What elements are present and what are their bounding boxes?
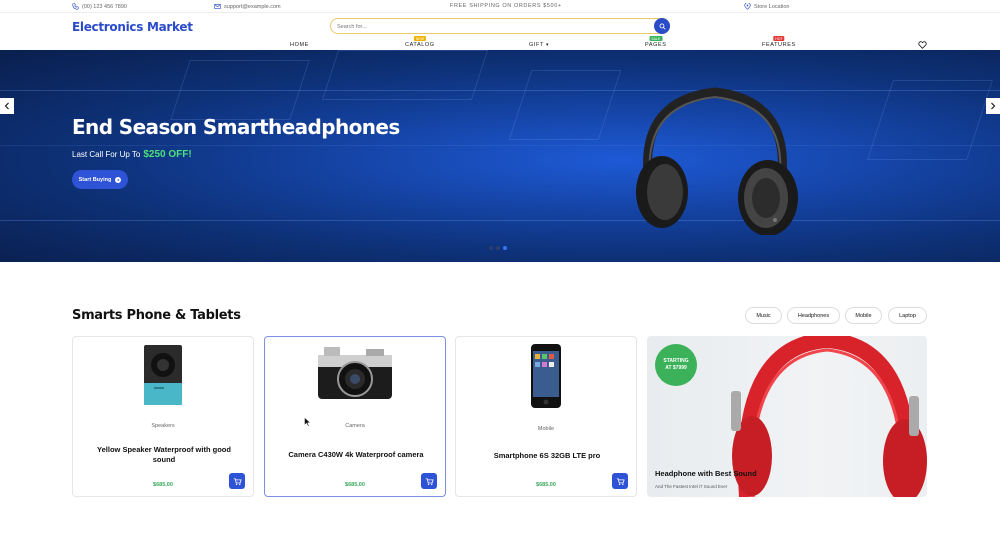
- carousel-dots: [489, 246, 507, 250]
- promo-banner[interactable]: STARTING AT $7999 Headphone with Best So…: [647, 336, 927, 497]
- smartphone-image: [531, 344, 561, 408]
- shipping-notice: FREE SHIPPING ON ORDERS $500+: [450, 3, 562, 9]
- store-location-label: Store Location: [754, 3, 790, 10]
- nav-item-label: PAGES: [645, 42, 667, 48]
- nav-item-features[interactable]: HOT FEATURES: [762, 36, 796, 48]
- search-icon: [659, 23, 665, 29]
- add-to-cart-button[interactable]: [421, 473, 437, 489]
- hero-decor-panel: [170, 60, 310, 120]
- camera-image: [318, 347, 392, 399]
- nav-item-label: FEATURES: [762, 42, 796, 48]
- hero-subtitle: Last Call For Up To $250 OFF!: [72, 149, 192, 160]
- starting-price-badge: STARTING AT $7999: [655, 344, 697, 386]
- top-utility-bar: (00) 123 456 7890 support@example.com FR…: [0, 0, 1000, 13]
- filter-mobile[interactable]: Mobile: [845, 307, 882, 324]
- cart-icon: [616, 477, 625, 485]
- badge-line-2: AT $7999: [665, 365, 687, 371]
- search-input[interactable]: [337, 21, 647, 32]
- filter-music[interactable]: Music: [745, 307, 782, 324]
- wishlist-heart-icon[interactable]: [918, 41, 927, 49]
- product-category: Mobile: [537, 426, 555, 432]
- hero-decor-panel: [508, 70, 622, 140]
- hot-badge: HOT: [773, 36, 785, 41]
- hero-decor-line: [0, 220, 1000, 221]
- product-card[interactable]: Speakers Yellow Speaker Waterproof with …: [72, 336, 254, 497]
- product-card[interactable]: Mobile Smartphone 6S 32GB LTE pro $685.0…: [455, 336, 637, 497]
- location-pin-icon: [744, 3, 751, 10]
- chevron-down-icon: ▾: [545, 42, 550, 48]
- carousel-dot-active[interactable]: [503, 246, 507, 250]
- sale-badge: SALE: [649, 36, 663, 41]
- nav-item-label: CATALOG: [405, 42, 435, 48]
- hero-decor-panel: [321, 50, 489, 100]
- site-header: Electronics Market HOME NEW CATALOG GIFT…: [0, 13, 1000, 50]
- mail-icon: [214, 3, 221, 10]
- section-title: Smarts Phone & Tablets: [72, 308, 241, 323]
- product-name[interactable]: Smartphone 6S 32GB LTE pro: [476, 451, 618, 461]
- filter-headphones[interactable]: Headphones: [787, 307, 840, 324]
- nav-item-catalog[interactable]: NEW CATALOG: [405, 36, 435, 48]
- hero-decor-panel: [867, 80, 993, 160]
- hero-decor-line: [0, 145, 1000, 146]
- hero-subtitle-text: Last Call For Up To: [72, 150, 141, 159]
- nav-item-gift[interactable]: GIFT ▾: [529, 42, 549, 48]
- add-to-cart-button[interactable]: [612, 473, 628, 489]
- product-price: $685.00: [345, 482, 365, 488]
- cart-icon: [425, 477, 434, 485]
- search-bar: [330, 18, 670, 34]
- speaker-image: [144, 345, 182, 405]
- nav-item-label: GIFT: [529, 42, 544, 48]
- product-name[interactable]: Camera C430W 4k Waterproof camera: [285, 450, 427, 460]
- carousel-dot[interactable]: [489, 246, 493, 250]
- hero-title: End Season Smartheadphones: [72, 115, 400, 139]
- email-contact[interactable]: support@example.com: [214, 3, 281, 10]
- nav-item-pages[interactable]: SALE PAGES: [645, 36, 667, 48]
- start-buying-label: Start Buying: [78, 176, 112, 183]
- filter-laptop[interactable]: Laptop: [888, 307, 927, 324]
- arrow-circle-icon: [115, 176, 122, 183]
- product-price: $685.00: [153, 482, 173, 488]
- mouse-cursor-icon: [304, 417, 311, 427]
- add-to-cart-button[interactable]: [229, 473, 245, 489]
- email-address: support@example.com: [224, 3, 281, 10]
- carousel-dot[interactable]: [496, 246, 500, 250]
- promo-subtitle: And The Fastest Intel i7 Sound Ever: [655, 484, 728, 489]
- carousel-next-button[interactable]: [986, 98, 1000, 114]
- hero-discount: $250 OFF!: [143, 149, 192, 160]
- hero-decor-line: [0, 90, 1000, 91]
- badge-line-1: STARTING: [663, 358, 689, 364]
- product-card[interactable]: Camera Camera C430W 4k Waterproof camera…: [264, 336, 446, 497]
- product-name[interactable]: Yellow Speaker Waterproof with good soun…: [93, 445, 235, 465]
- product-category: Speakers: [151, 423, 175, 429]
- hero-banner: End Season Smartheadphones Last Call For…: [0, 50, 1000, 262]
- nav-item-home[interactable]: HOME: [290, 42, 309, 48]
- nav-item-label: HOME: [290, 42, 309, 48]
- product-category: Camera: [345, 423, 365, 429]
- chevron-left-icon: [4, 102, 9, 110]
- search-button[interactable]: [654, 18, 670, 34]
- headphones-image: [636, 87, 798, 235]
- chevron-right-icon: [991, 102, 996, 110]
- cart-icon: [233, 477, 242, 485]
- site-logo[interactable]: Electronics Market: [72, 20, 193, 34]
- carousel-prev-button[interactable]: [0, 98, 14, 114]
- phone-number: (00) 123 456 7890: [82, 3, 127, 10]
- new-badge: NEW: [413, 36, 426, 41]
- main-navigation: HOME NEW CATALOG GIFT ▾ SALE PAGES HOT F…: [0, 36, 1000, 50]
- promo-title: Headphone with Best Sound: [655, 469, 757, 478]
- phone-contact[interactable]: (00) 123 456 7890: [72, 3, 127, 10]
- start-buying-button[interactable]: Start Buying: [72, 170, 128, 189]
- store-location-link[interactable]: Store Location: [744, 3, 789, 10]
- product-price: $685.00: [536, 482, 556, 488]
- phone-icon: [72, 3, 79, 10]
